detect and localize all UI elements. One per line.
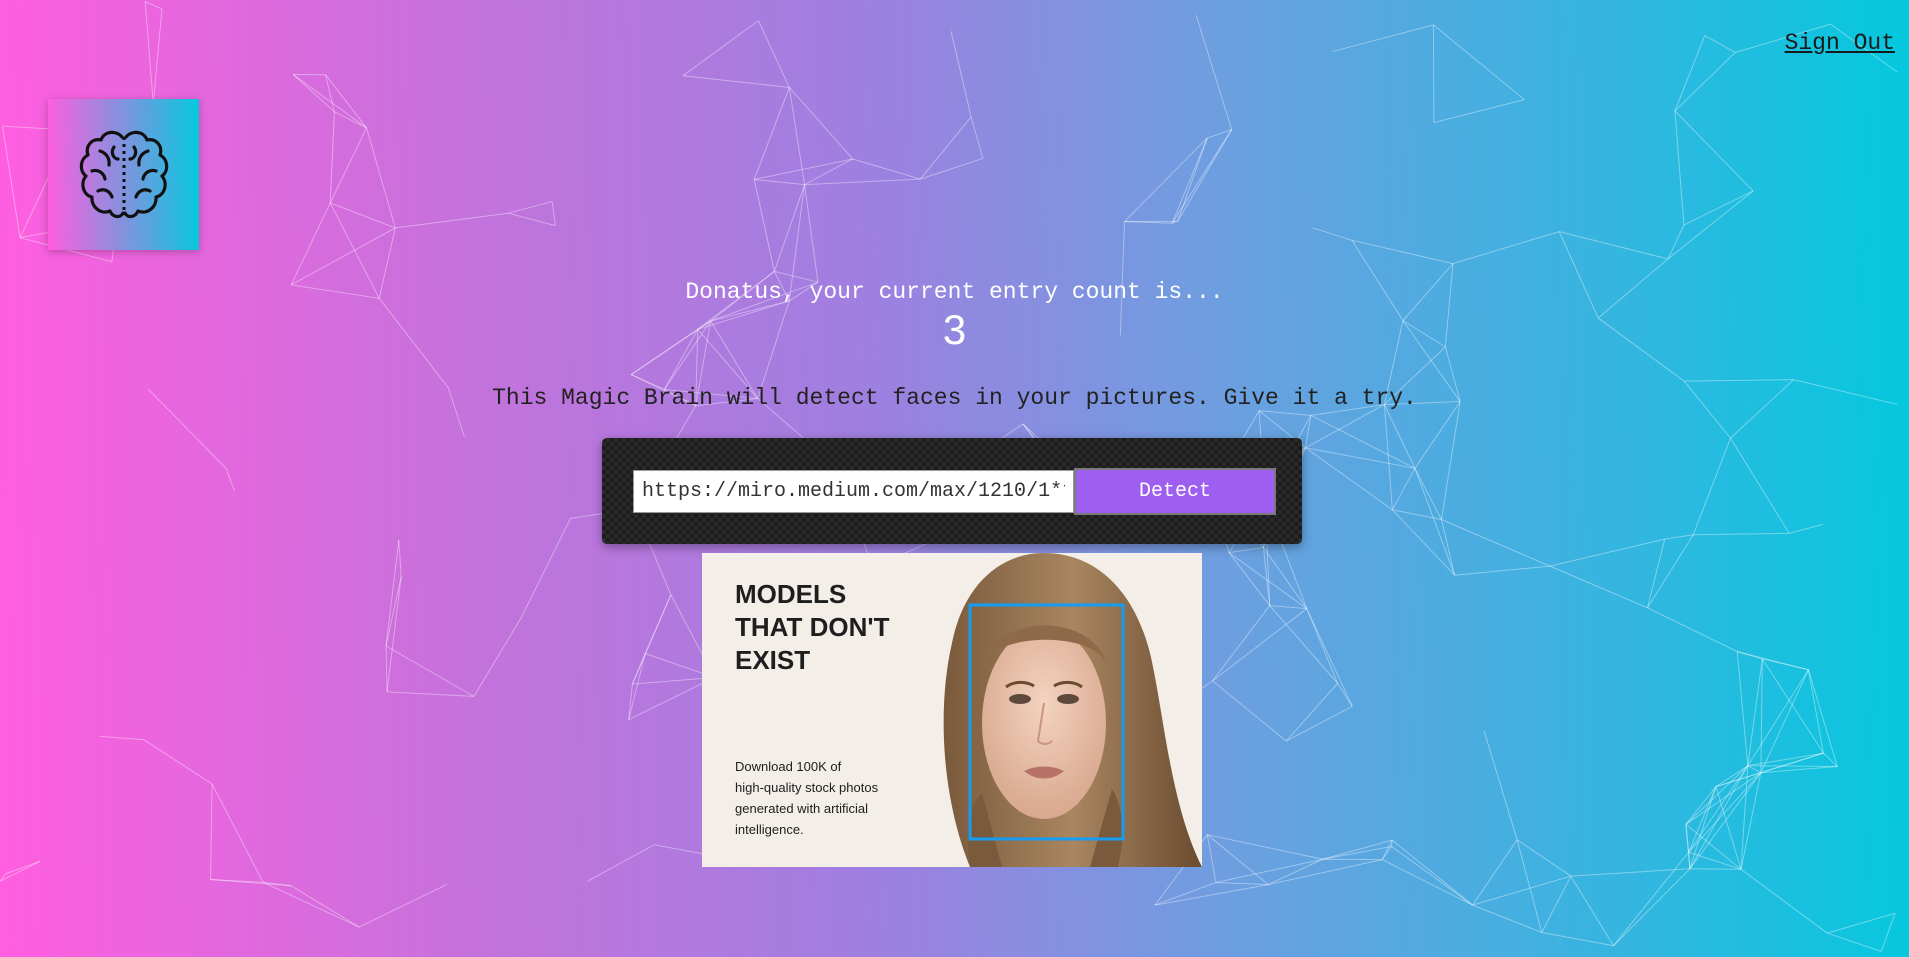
image-url-form: Detect	[602, 438, 1302, 544]
entry-count-value: 3	[942, 306, 967, 353]
image-body-line: generated with artificial	[735, 801, 868, 816]
model-face	[982, 627, 1106, 819]
image-headline-line: EXIST	[735, 645, 810, 675]
image-body-line: high-quality stock photos	[735, 780, 879, 795]
image-body-line: intelligence.	[735, 822, 804, 837]
image-body-line: Download 100K of	[735, 759, 842, 774]
image-headline-line: THAT DON'T	[735, 612, 890, 642]
image-headline-line: MODELS	[735, 579, 846, 609]
sign-out-link[interactable]: Sign Out	[1785, 30, 1895, 56]
detect-button[interactable]: Detect	[1074, 468, 1276, 515]
entry-count-message: Donatus, your current entry count is...	[685, 279, 1224, 305]
brain-icon	[79, 130, 168, 218]
result-image: MODELS THAT DON'T EXIST Download 100K of…	[702, 553, 1202, 867]
logo-card[interactable]	[48, 99, 199, 250]
result-image-graphic: MODELS THAT DON'T EXIST Download 100K of…	[702, 553, 1202, 867]
image-url-input[interactable]	[633, 470, 1074, 513]
app-description: This Magic Brain will detect faces in yo…	[492, 385, 1417, 411]
